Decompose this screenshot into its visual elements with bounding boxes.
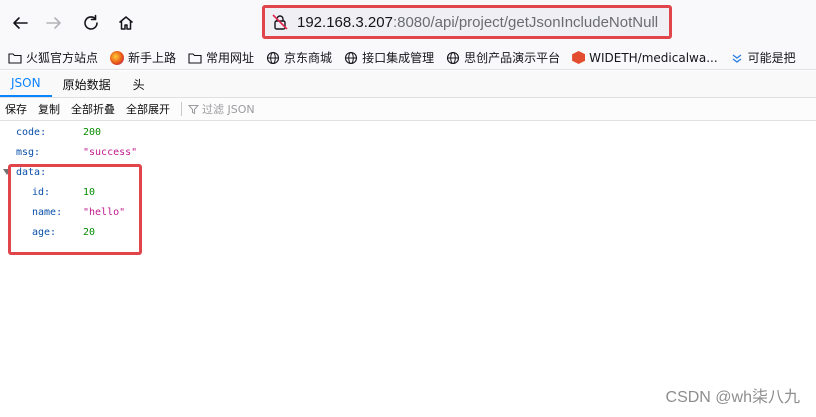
collapse-all-button[interactable]: 全部折叠 <box>71 101 115 117</box>
expand-all-button[interactable]: 全部展开 <box>126 101 170 117</box>
firefox-icon <box>110 50 125 65</box>
bookmark-label: 可能是把 <box>747 51 796 65</box>
bookmark-label: 思创产品演示平台 <box>464 51 561 65</box>
url-host: 192.168.3.207 <box>297 13 393 31</box>
tab-json[interactable]: JSON <box>0 71 52 97</box>
bookmark-label: 火狐官方站点 <box>26 51 99 65</box>
tab-headers[interactable]: 头 <box>122 71 156 97</box>
bookmark-label: 新手上路 <box>128 51 177 65</box>
data-highlight-box <box>8 164 142 255</box>
toolbar-divider <box>181 102 182 116</box>
forward-arrow-icon <box>46 17 61 29</box>
filter-icon <box>188 104 199 114</box>
bookmark-item[interactable]: 新手上路 <box>110 49 176 66</box>
tab-raw-data[interactable]: 原始数据 <box>52 71 122 97</box>
save-button[interactable]: 保存 <box>5 101 27 117</box>
home-button[interactable] <box>112 9 140 37</box>
home-icon <box>119 16 133 30</box>
folder-icon <box>8 52 22 64</box>
bookmark-item[interactable]: 京东商城 <box>266 49 332 66</box>
navigation-toolbar: 192.168.3.207:8080/api/project/getJsonIn… <box>0 0 816 46</box>
bookmark-label: WIDETH/medicalwa... <box>589 50 718 65</box>
bookmark-label: 接口集成管理 <box>362 51 435 65</box>
watermark: CSDN @wh柒八九 <box>665 389 800 406</box>
reload-icon <box>84 14 98 30</box>
globe-icon <box>447 51 460 64</box>
json-viewer-tabs: JSON 原始数据 头 <box>0 71 816 98</box>
json-key: msg: <box>16 146 41 158</box>
bookmarks-bar: 火狐官方站点 新手上路 常用网址 京东商城 接口集成管理 思创产品演示平台 WI… <box>0 46 816 70</box>
url-path: :8080/api/project/getJsonIncludeNotNull <box>392 13 659 31</box>
folder-icon <box>188 52 202 64</box>
globe-icon <box>345 51 358 64</box>
filter-placeholder: 过滤 JSON <box>202 103 255 116</box>
filter-json-input[interactable]: 过滤 JSON <box>188 101 255 117</box>
insecure-lock-icon <box>272 14 288 30</box>
json-actions-toolbar: 保存 复制 全部折叠 全部展开 过滤 JSON <box>0 98 816 121</box>
copy-button[interactable]: 复制 <box>38 101 60 117</box>
hexagon-icon <box>572 51 586 64</box>
bookmark-item[interactable]: 火狐官方站点 <box>8 49 98 66</box>
bookmark-item[interactable]: 常用网址 <box>188 49 254 66</box>
bookmark-item[interactable]: 思创产品演示平台 <box>446 49 560 66</box>
address-bar[interactable]: 192.168.3.207:8080/api/project/getJsonIn… <box>262 5 672 39</box>
chevron-icon <box>732 53 742 63</box>
reload-button[interactable] <box>77 9 105 37</box>
bookmark-item[interactable]: 接口集成管理 <box>344 49 434 66</box>
json-value: 200 <box>83 126 102 138</box>
json-key: code: <box>16 126 47 138</box>
bookmark-item[interactable]: WIDETH/medicalwa... <box>572 51 718 65</box>
bookmark-item[interactable]: 可能是把 <box>730 49 796 66</box>
back-button[interactable] <box>6 9 34 37</box>
bookmark-label: 京东商城 <box>284 51 333 65</box>
globe-icon <box>266 51 280 64</box>
json-value: "success" <box>83 146 138 158</box>
back-arrow-icon <box>13 17 28 29</box>
forward-button[interactable] <box>40 9 68 37</box>
bookmark-label: 常用网址 <box>206 51 255 65</box>
